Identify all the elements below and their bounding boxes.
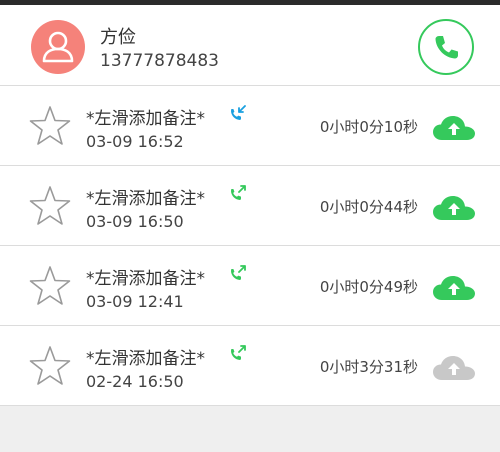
phone-icon [435, 36, 458, 59]
call-log-row[interactable]: *左滑添加备注* 03-09 16:52 0小时0分10秒 [0, 86, 500, 166]
star-icon[interactable] [28, 104, 72, 148]
contact-name: 方俭 [100, 27, 136, 48]
cloud-upload-icon[interactable] [432, 115, 476, 141]
note-label: *左滑添加备注* [86, 269, 205, 289]
call-button[interactable] [418, 19, 474, 75]
call-date: 02-24 16:50 [86, 372, 184, 391]
cloud-upload-icon[interactable] [432, 355, 476, 381]
call-date: 03-09 12:41 [86, 292, 184, 311]
star-icon[interactable] [28, 264, 72, 308]
call-date: 03-09 16:52 [86, 132, 184, 151]
outgoing-call-icon [231, 265, 246, 280]
outgoing-call-icon [231, 345, 246, 360]
note-label: *左滑添加备注* [86, 189, 205, 209]
call-duration: 0小时3分31秒 [319, 358, 418, 376]
contact-header: 方俭 13777878483 [0, 5, 500, 86]
call-log-row[interactable]: *左滑添加备注* 03-09 16:50 0小时0分44秒 [0, 166, 500, 246]
star-icon[interactable] [28, 184, 72, 228]
person-icon [42, 31, 74, 63]
cloud-upload-icon[interactable] [432, 195, 476, 221]
note-label: *左滑添加备注* [86, 349, 205, 369]
outgoing-call-icon [231, 185, 246, 200]
star-icon[interactable] [28, 344, 72, 388]
cloud-upload-icon[interactable] [432, 275, 476, 301]
call-duration: 0小时0分10秒 [319, 118, 418, 136]
call-date: 03-09 16:50 [86, 212, 184, 231]
call-log-list: *左滑添加备注* 03-09 16:52 0小时0分10秒 *左滑添加备注* 0… [0, 86, 500, 406]
call-log-row[interactable]: *左滑添加备注* 02-24 16:50 0小时3分31秒 [0, 326, 500, 406]
incoming-call-icon [231, 105, 246, 120]
note-label: *左滑添加备注* [86, 109, 205, 129]
call-duration: 0小时0分44秒 [319, 198, 418, 216]
avatar[interactable] [31, 20, 85, 74]
contact-phone: 13777878483 [100, 51, 219, 71]
call-duration: 0小时0分49秒 [319, 278, 418, 296]
call-log-row[interactable]: *左滑添加备注* 03-09 12:41 0小时0分49秒 [0, 246, 500, 326]
